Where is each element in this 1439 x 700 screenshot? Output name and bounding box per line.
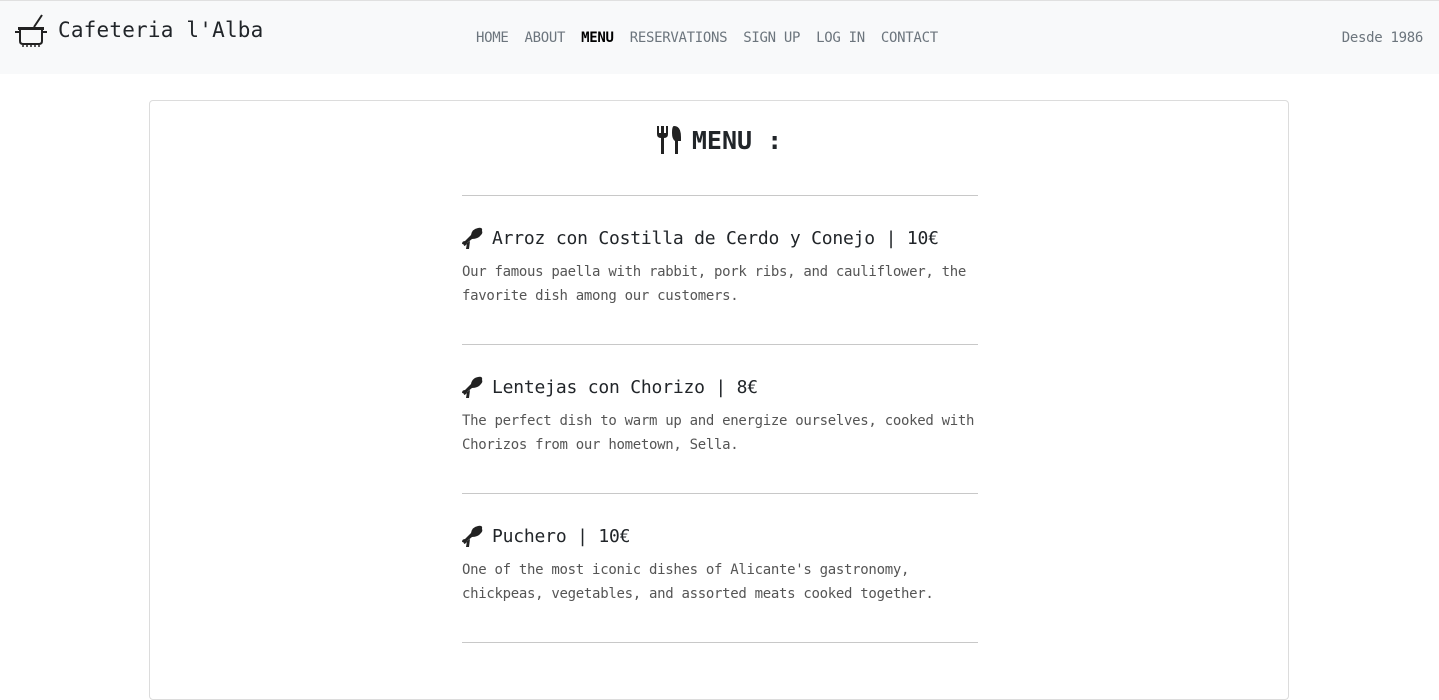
menu-heading: MENU : bbox=[150, 125, 1288, 155]
navbar: Cafeteria l'Alba HOME ABOUT MENU RESERVA… bbox=[0, 0, 1439, 74]
list-item: Lentejas con Chorizo | 8€ The perfect di… bbox=[462, 345, 978, 493]
dish-description: Our famous paella with rabbit, pork ribs… bbox=[462, 264, 966, 304]
nav-reservations[interactable]: RESERVATIONS bbox=[630, 30, 728, 46]
drumstick-icon bbox=[462, 525, 483, 547]
utensils-icon bbox=[656, 126, 681, 154]
nav-links: HOME ABOUT MENU RESERVATIONS SIGN UP LOG… bbox=[476, 30, 954, 46]
cooking-pot-icon bbox=[14, 13, 48, 47]
brand[interactable]: Cafeteria l'Alba bbox=[14, 13, 264, 47]
tagline: Desde 1986 bbox=[1341, 30, 1424, 46]
divider bbox=[462, 642, 978, 643]
drumstick-icon bbox=[462, 227, 483, 249]
menu-title-text: MENU : bbox=[691, 125, 783, 155]
nav-home[interactable]: HOME bbox=[476, 30, 509, 46]
menu-card: MENU : Arroz con Costilla de Cerdo y Con… bbox=[149, 100, 1289, 700]
nav-sign-up[interactable]: SIGN UP bbox=[743, 30, 800, 46]
list-item: Arroz con Costilla de Cerdo y Conejo | 1… bbox=[462, 196, 978, 344]
dish-name: Arroz con Costilla de Cerdo y Conejo | 1… bbox=[492, 227, 939, 249]
dish-name: Puchero | 10€ bbox=[492, 525, 631, 547]
dish-description: One of the most iconic dishes of Alicant… bbox=[462, 562, 934, 602]
nav-menu[interactable]: MENU bbox=[581, 30, 614, 46]
nav-about[interactable]: ABOUT bbox=[525, 30, 566, 46]
nav-contact[interactable]: CONTACT bbox=[881, 30, 938, 46]
nav-log-in[interactable]: LOG IN bbox=[816, 30, 865, 46]
dish-name: Lentejas con Chorizo | 8€ bbox=[492, 376, 758, 398]
list-item: Puchero | 10€ One of the most iconic dis… bbox=[462, 494, 978, 642]
drumstick-icon bbox=[462, 376, 483, 398]
dish-description: The perfect dish to warm up and energize… bbox=[462, 413, 975, 453]
dish-list: Arroz con Costilla de Cerdo y Conejo | 1… bbox=[462, 195, 978, 643]
brand-name: Cafeteria l'Alba bbox=[58, 18, 264, 42]
